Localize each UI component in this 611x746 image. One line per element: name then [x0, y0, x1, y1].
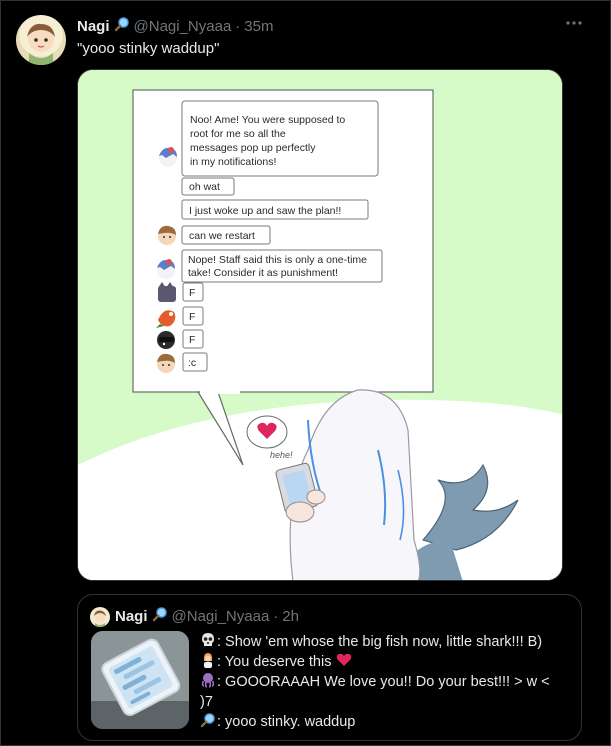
- magnifying-glass-icon: [114, 16, 130, 36]
- comic-text: :c: [188, 357, 196, 369]
- quoted-line: )7: [200, 692, 574, 712]
- comic-message: I just woke up and saw the plan!!: [181, 199, 369, 220]
- tweet-header: Nagi @Nagi_Nyaaa · 35m: [77, 16, 273, 36]
- quoted-header-separator: ·: [273, 607, 279, 625]
- skull-icon: [200, 632, 216, 648]
- comic-text: take! Consider it as punishment!: [188, 267, 338, 279]
- octopus-icon: [200, 672, 216, 688]
- character-avatar: [157, 331, 175, 349]
- comic-text: root for me so all the: [190, 128, 286, 140]
- character-avatar: [157, 353, 175, 373]
- quoted-line-text: : You deserve this: [217, 654, 332, 670]
- quoted-tweet-time[interactable]: 2h: [282, 608, 299, 625]
- quoted-author-name[interactable]: Nagi: [115, 608, 148, 625]
- comic-message: can we restart: [181, 225, 271, 245]
- comic-message: :c: [182, 352, 208, 372]
- comic-text: messages pop up perfectly: [190, 142, 316, 154]
- magnifier-icon: [200, 712, 216, 728]
- quoted-line: : GOOORAAAH We love you!! Do your best!!…: [200, 672, 574, 692]
- more-horizontal-icon[interactable]: [562, 13, 586, 35]
- quoted-tweet-header: Nagi @Nagi_Nyaaa · 2h: [115, 606, 299, 626]
- comic-text: F: [189, 311, 195, 323]
- comic-message: Noo! Ame! You were supposed to root for …: [181, 100, 379, 177]
- author-handle[interactable]: @Nagi_Nyaaa: [134, 18, 232, 35]
- comic-message: oh wat: [181, 177, 235, 196]
- comic-text: F: [189, 287, 195, 299]
- magnifying-glass-icon: [152, 606, 168, 626]
- quoted-line: : Show 'em whose the big fish now, littl…: [200, 632, 574, 652]
- tweet-text: "yooo stinky waddup": [77, 40, 220, 57]
- quoted-line-text: )7: [200, 694, 213, 710]
- comic-sfx: hehe!: [270, 450, 293, 460]
- red-heart-icon: [336, 652, 352, 668]
- comic-message: F: [182, 282, 204, 302]
- header-separator: ·: [235, 17, 241, 35]
- heart-thought-bubble: [246, 415, 288, 449]
- comic-text: I just woke up and saw the plan!!: [189, 205, 341, 217]
- character-avatar: [158, 225, 176, 245]
- comic-text: in my notifications!: [190, 156, 276, 168]
- quoted-line: : You deserve this: [200, 652, 574, 672]
- author-name[interactable]: Nagi: [77, 18, 110, 35]
- quoted-author-handle[interactable]: @Nagi_Nyaaa: [172, 608, 270, 625]
- quoted-line-text: : yooo stinky. waddup: [217, 714, 356, 730]
- author-avatar[interactable]: [16, 15, 66, 65]
- quoted-line: : yooo stinky. waddup: [200, 712, 574, 732]
- comic-message: Nope! Staff said this is only a one-time…: [181, 249, 383, 283]
- comic-text: Noo! Ame! You were supposed to: [190, 114, 345, 126]
- comic-text: can we restart: [189, 230, 255, 242]
- comic-text: Nope! Staff said this is only a one-time: [188, 254, 367, 266]
- quoted-tweet-thumbnail[interactable]: [91, 631, 189, 729]
- person-icon: [200, 652, 216, 668]
- tweet-image[interactable]: Noo! Ame! You were supposed to root for …: [77, 69, 563, 581]
- quoted-line-text: : Show 'em whose the big fish now, littl…: [217, 634, 543, 650]
- comic-message: F: [182, 306, 204, 326]
- quoted-tweet[interactable]: Nagi @Nagi_Nyaaa · 2h: Show 'em whose t…: [77, 594, 582, 741]
- quoted-author-avatar[interactable]: [90, 607, 110, 627]
- quoted-tweet-text: : Show 'em whose the big fish now, littl…: [200, 632, 574, 732]
- comic-text: F: [189, 334, 195, 346]
- tweet-time[interactable]: 35m: [244, 18, 273, 35]
- comic-text: oh wat: [189, 181, 220, 193]
- tweet-card[interactable]: Nagi @Nagi_Nyaaa · 35m "yooo stinky wadd…: [0, 0, 611, 746]
- comic-message: F: [182, 329, 204, 349]
- quoted-line-text: : GOOORAAAH We love you!! Do your best!!…: [217, 674, 550, 690]
